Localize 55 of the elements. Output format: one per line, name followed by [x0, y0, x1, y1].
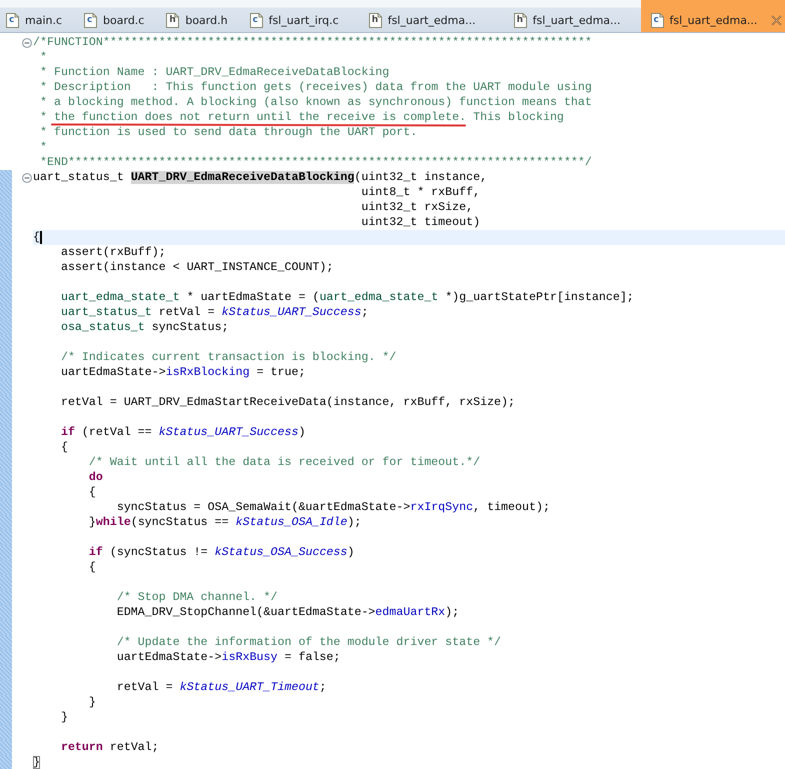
file-icon: h — [166, 12, 180, 28]
code-line: * — [40, 142, 47, 153]
code-line: do — [88, 472, 103, 483]
editor-tab[interactable]: h fsl_uart_edma... — [512, 0, 635, 32]
code-line: uint8_t * rxBuff, — [361, 187, 480, 198]
code-line: * function is used to send data through the UART port. — [40, 127, 418, 138]
file-icon: c — [650, 12, 664, 28]
code-line: * — [40, 52, 47, 63]
code-line: if (retVal == kStatus_UART_Success) — [60, 427, 306, 438]
code-line: uint32_t timeout) — [361, 217, 480, 228]
code-line: { — [88, 562, 96, 573]
code-line: { — [88, 487, 96, 498]
code-line: uint32_t rxSize, — [361, 202, 474, 213]
file-icon: c — [84, 12, 98, 28]
collapse-icon[interactable] — [22, 38, 32, 48]
code-line: { — [60, 442, 68, 453]
editor-tab[interactable]: h board.h — [164, 0, 242, 32]
code-line: *END**************************************************************************/ — [40, 157, 592, 168]
code-line: /* Wait until all the data is received or for timeout.*/ — [88, 457, 480, 468]
code-line: osa_status_t syncStatus; — [60, 322, 229, 333]
code-line: }while(syncStatus == kStatus_OSA_Idle); — [88, 517, 362, 528]
collapse-icon[interactable] — [22, 172, 32, 182]
code-line: return retVal; — [60, 742, 159, 753]
code-line: retVal = UART_DRV_EdmaStartReceiveData(instance, rxBuff, rxSize); — [60, 397, 516, 408]
editor-tab[interactable]: c fsl_uart_edma... — [640, 0, 785, 32]
code-line: retVal = kStatus_UART_Timeout; — [116, 682, 326, 693]
code-line: assert(instance < UART_INSTANCE_COUNT); — [60, 262, 334, 273]
code-line: uart_edma_state_t * uartEdmaState = (uart_edma_state_t *)g_uartStatePtr[instance]; — [60, 292, 634, 303]
editor-tab[interactable]: c board.c — [82, 0, 158, 32]
code-line: if (syncStatus != kStatus_OSA_Success) — [88, 547, 354, 558]
code-line: * the function does not return until the receive is complete. This blocking — [40, 112, 564, 123]
code-line: EDMA_DRV_StopChannel(&uartEdmaState->edmaUartRx); — [116, 607, 460, 618]
code-line: { — [33, 232, 40, 243]
code-line: /* Indicates current transaction is blocking. */ — [60, 352, 396, 363]
code-line: } — [88, 697, 96, 708]
file-icon: c — [250, 12, 263, 28]
code-line: assert(rxBuff); — [60, 247, 166, 258]
file-icon: c — [6, 12, 19, 28]
close-icon[interactable] — [771, 14, 782, 26]
editor-tab[interactable]: c fsl_uart_irq.c — [248, 0, 353, 32]
code-line: * Function Name : UART_DRV_EdmaReceiveDataBlocking — [40, 67, 390, 78]
code-line: syncStatus = OSA_SemaWait(&uartEdmaState->rxIrqSync, timeout); — [116, 502, 550, 513]
code-line: } — [60, 712, 68, 723]
code-line: /* Update the information of the module driver state */ — [116, 637, 502, 648]
file-icon: h — [368, 12, 382, 28]
code-line: /* Stop DMA channel. */ — [116, 592, 278, 603]
code-line: uart_status_t retVal = kStatus_UART_Success; — [60, 307, 368, 318]
code-line: uartEdmaState->isRxBlocking = true; — [60, 367, 306, 378]
file-icon: h — [514, 12, 527, 28]
code-line: /*FUNCTION********************************************************************** — [33, 37, 592, 48]
code-line: * Description : This function gets (receives) data from the UART module using — [40, 82, 592, 93]
editor-tab[interactable]: h fsl_uart_edma... — [366, 0, 490, 32]
editor-tab[interactable]: c main.c — [4, 0, 76, 32]
code-line: uartEdmaState->isRxBusy = false; — [116, 652, 340, 663]
code-line: * a blocking method. A blocking (also known as synchronous) function means that — [40, 97, 592, 108]
